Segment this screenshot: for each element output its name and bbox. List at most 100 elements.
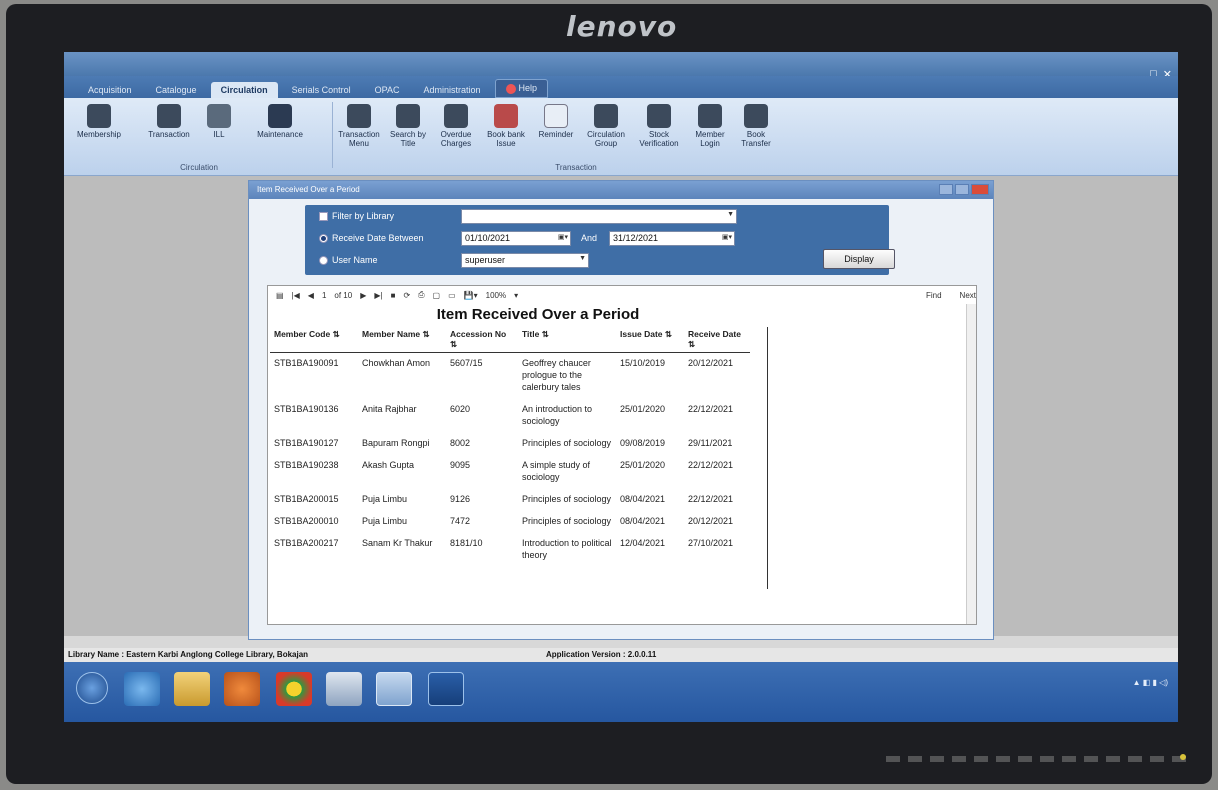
hp-icon[interactable] xyxy=(428,672,464,706)
column-header-receive-date[interactable]: Receive Date ⇅ xyxy=(684,327,750,353)
column-header-member-name[interactable]: Member Name ⇅ xyxy=(358,327,446,353)
calendar-icon[interactable]: ▣▾ xyxy=(558,233,568,241)
export-icon[interactable]: 💾▾ xyxy=(464,291,478,300)
tab-administration[interactable]: Administration xyxy=(413,82,490,98)
cell-issue-date: 25/01/2020 xyxy=(620,460,666,470)
display-button[interactable]: Display xyxy=(823,249,895,269)
document-map-icon[interactable]: ▤ xyxy=(276,291,284,300)
cell-receive-date: 27/10/2021 xyxy=(688,538,734,548)
cell-accession-no: 7472 xyxy=(450,516,471,526)
next-link[interactable]: Next xyxy=(960,291,976,300)
dialog-maximize-button[interactable] xyxy=(955,184,969,195)
tab-help[interactable]: Help xyxy=(494,79,549,98)
find-link[interactable]: Find xyxy=(926,291,942,300)
dialog-close-button[interactable] xyxy=(971,184,989,195)
cell-member-code: STB1BA200015 xyxy=(274,494,339,504)
report-dialog: Item Received Over a Period Filter by Li… xyxy=(248,180,994,640)
cell-title: Principles of sociology xyxy=(522,516,612,526)
column-header-title[interactable]: Title ⇅ xyxy=(518,327,616,353)
user-name-select[interactable]: superuser ▼ xyxy=(461,253,589,268)
column-header-member-code[interactable]: Member Code ⇅ xyxy=(270,327,358,353)
first-page-icon[interactable]: |◀ xyxy=(292,291,300,300)
date-to-input[interactable]: 31/12/2021 ▣▾ xyxy=(609,231,735,246)
page-number-input[interactable]: 1 xyxy=(322,291,326,300)
status-bar: Library Name : Eastern Karbi Anglong Col… xyxy=(64,648,1178,662)
report-viewer: ▤ |◀ ◀ 1 of 10 ▶ ▶| ■ ⟳ ⎙ ▢ ▭ 💾▾ 100% ▾ … xyxy=(267,285,977,625)
user-name-row: User Name xyxy=(319,255,378,265)
column-header-accession-no[interactable]: Accession No ⇅ xyxy=(446,327,518,353)
tab-opac[interactable]: OPAC xyxy=(365,82,410,98)
refresh-icon[interactable]: ⟳ xyxy=(403,291,410,300)
calendar-icon[interactable]: ▣▾ xyxy=(722,233,732,241)
tab-acquisition[interactable]: Acquisition xyxy=(78,82,142,98)
start-button[interactable] xyxy=(76,672,108,704)
cell-member-code: STB1BA200217 xyxy=(274,538,339,548)
next-page-icon[interactable]: ▶ xyxy=(360,291,366,300)
member-icon xyxy=(698,104,722,128)
chrome-icon[interactable] xyxy=(276,672,312,706)
cell-receive-date: 22/12/2021 xyxy=(688,460,734,470)
reminder-button[interactable]: Reminder xyxy=(534,104,578,139)
book-transfer-button[interactable]: Book Transfer xyxy=(736,104,776,148)
dialog-minimize-button[interactable] xyxy=(939,184,953,195)
tab-help-label: Help xyxy=(518,83,538,94)
last-page-icon[interactable]: ▶| xyxy=(374,291,382,300)
report-table-wrapper: Member Code ⇅ Member Name ⇅ Accession No… xyxy=(268,327,768,589)
cell-member-code: STB1BA190127 xyxy=(274,438,339,448)
charges-icon xyxy=(444,104,468,128)
maintenance-button[interactable]: Maintenance xyxy=(250,104,310,139)
cell-title: A simple study of sociology xyxy=(522,460,591,482)
cell-accession-no: 9126 xyxy=(450,494,471,504)
library-app-icon[interactable] xyxy=(376,672,412,706)
receive-date-radio[interactable] xyxy=(319,233,328,243)
tab-catalogue[interactable]: Catalogue xyxy=(146,82,207,98)
transfer-icon xyxy=(744,104,768,128)
tab-serials-control[interactable]: Serials Control xyxy=(282,82,361,98)
membership-icon xyxy=(87,104,111,128)
transaction-button[interactable]: Transaction xyxy=(144,104,194,139)
transaction-menu-button[interactable]: Transaction Menu xyxy=(336,104,382,148)
chevron-down-icon[interactable]: ▾ xyxy=(514,291,518,300)
user-name-radio[interactable] xyxy=(319,255,328,265)
cell-issue-date: 08/04/2021 xyxy=(620,494,666,504)
member-login-button[interactable]: Member Login xyxy=(690,104,730,148)
power-led xyxy=(1180,754,1186,760)
report-scrollbar[interactable] xyxy=(966,304,976,624)
filter-by-library-checkbox[interactable] xyxy=(319,211,328,221)
cell-member-name: Puja Limbu xyxy=(362,516,408,526)
print-icon[interactable]: ⎙ xyxy=(418,290,424,300)
screen: ▁ □ ✕ Acquisition Catalogue Circulation … xyxy=(64,52,1178,722)
date-from-input[interactable]: 01/10/2021 ▣▾ xyxy=(461,231,571,246)
folder-icon[interactable] xyxy=(174,672,210,706)
system-tray[interactable]: ▲ ◧ ▮ ◁) xyxy=(1133,678,1168,688)
search-by-title-button[interactable]: Search by Title xyxy=(388,104,428,148)
cell-accession-no: 8002 xyxy=(450,438,471,448)
tab-circulation[interactable]: Circulation xyxy=(210,82,278,98)
cell-accession-no: 6020 xyxy=(450,404,471,414)
cell-accession-no: 8181/10 xyxy=(450,538,483,548)
prev-page-icon[interactable]: ◀ xyxy=(308,291,314,300)
stop-icon[interactable]: ■ xyxy=(391,291,396,300)
ill-button[interactable]: ILL xyxy=(204,104,234,139)
cell-member-code: STB1BA190091 xyxy=(274,358,339,368)
library-select[interactable]: ▼ xyxy=(461,209,737,224)
person-icon xyxy=(347,104,371,128)
cell-issue-date: 08/04/2021 xyxy=(620,516,666,526)
membership-button[interactable]: Membership xyxy=(74,104,124,139)
cell-member-name: Sanam Kr Thakur xyxy=(362,538,433,548)
cell-title: Introduction to political theory xyxy=(522,538,612,560)
zoom-select[interactable]: 100% xyxy=(486,291,506,300)
scanner-icon[interactable] xyxy=(326,672,362,706)
internet-explorer-icon[interactable] xyxy=(124,672,160,706)
ribbon-group-label: Transaction xyxy=(555,163,597,172)
book-bank-issue-button[interactable]: Book bank Issue xyxy=(484,104,528,148)
stock-verification-button[interactable]: Stock Verification xyxy=(634,104,684,148)
stock-icon xyxy=(647,104,671,128)
media-player-icon[interactable] xyxy=(224,672,260,706)
print-layout-icon[interactable]: ▢ xyxy=(433,291,441,300)
column-header-issue-date[interactable]: Issue Date ⇅ xyxy=(616,327,684,353)
and-label: And xyxy=(581,233,598,243)
overdue-charges-button[interactable]: Overdue Charges xyxy=(434,104,478,148)
circulation-group-button[interactable]: Circulation Group xyxy=(584,104,628,148)
page-setup-icon[interactable]: ▭ xyxy=(448,291,456,300)
